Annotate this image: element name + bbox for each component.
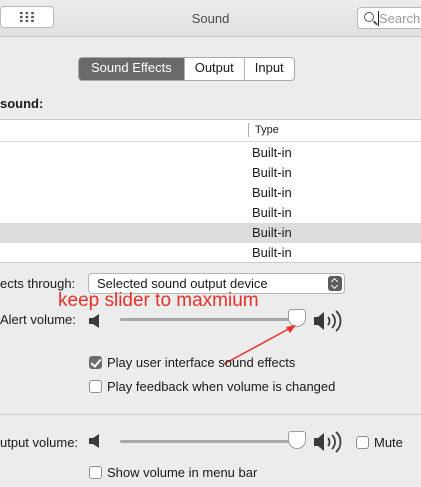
- volume-feedback-checkbox[interactable]: [89, 380, 102, 393]
- volume-feedback-label: Play feedback when volume is changed: [107, 379, 336, 394]
- alert-volume-label: Alert volume:: [0, 312, 76, 327]
- output-volume-track[interactable]: [120, 440, 300, 443]
- row-type: Built-in: [252, 145, 292, 160]
- row-type: Built-in: [252, 185, 292, 200]
- row-type: Built-in: [252, 205, 292, 220]
- search-field[interactable]: Search: [357, 7, 421, 29]
- table-row[interactable]: Built-in: [0, 203, 421, 223]
- tab-output[interactable]: Output: [183, 58, 244, 80]
- column-divider[interactable]: [248, 123, 249, 137]
- column-header-type[interactable]: Type: [255, 124, 279, 136]
- output-volume-slider-knob[interactable]: [288, 431, 306, 449]
- table-row[interactable]: Built-in: [0, 163, 421, 183]
- ui-sound-effects-label: Play user interface sound effects: [107, 355, 296, 370]
- play-through-label: ects through:: [0, 276, 76, 291]
- output-device-value: Selected sound output device: [97, 276, 268, 291]
- section-divider: [0, 414, 421, 415]
- output-volume-label: utput volume:: [0, 435, 79, 450]
- mute-checkbox[interactable]: [356, 436, 369, 449]
- mute-label: Mute: [374, 435, 403, 450]
- table-row-selected[interactable]: Built-in: [0, 223, 421, 243]
- ui-sound-effects-checkbox[interactable]: [89, 356, 102, 369]
- table-row[interactable]: Built-in: [0, 243, 421, 262]
- chevron-updown-icon: [328, 276, 342, 291]
- table-row[interactable]: Built-in: [0, 143, 421, 163]
- tab-sound-effects[interactable]: Sound Effects: [79, 58, 184, 80]
- speaker-low-icon: [89, 434, 99, 448]
- speaker-high-icon: [314, 431, 342, 453]
- show-volume-menu-bar-label: Show volume in menu bar: [107, 465, 258, 480]
- speaker-low-icon: [89, 314, 99, 328]
- tab-bar: Sound Effects Output Input: [78, 57, 295, 81]
- row-type: Built-in: [252, 165, 292, 180]
- show-volume-menu-bar-checkbox[interactable]: [89, 466, 102, 479]
- alert-sound-table[interactable]: Type Built-in Built-in Built-in Built-in…: [0, 119, 421, 263]
- search-icon: [364, 12, 374, 22]
- row-type: Built-in: [252, 225, 292, 240]
- speaker-high-icon: [314, 310, 342, 332]
- search-placeholder: Search: [379, 11, 421, 26]
- annotation-text: keep slider to maxmium: [58, 290, 259, 311]
- table-row[interactable]: Built-in: [0, 183, 421, 203]
- row-type: Built-in: [252, 245, 292, 260]
- alert-sound-heading: sound:: [0, 96, 44, 111]
- tab-input[interactable]: Input: [243, 58, 294, 80]
- table-header: Type: [0, 120, 421, 142]
